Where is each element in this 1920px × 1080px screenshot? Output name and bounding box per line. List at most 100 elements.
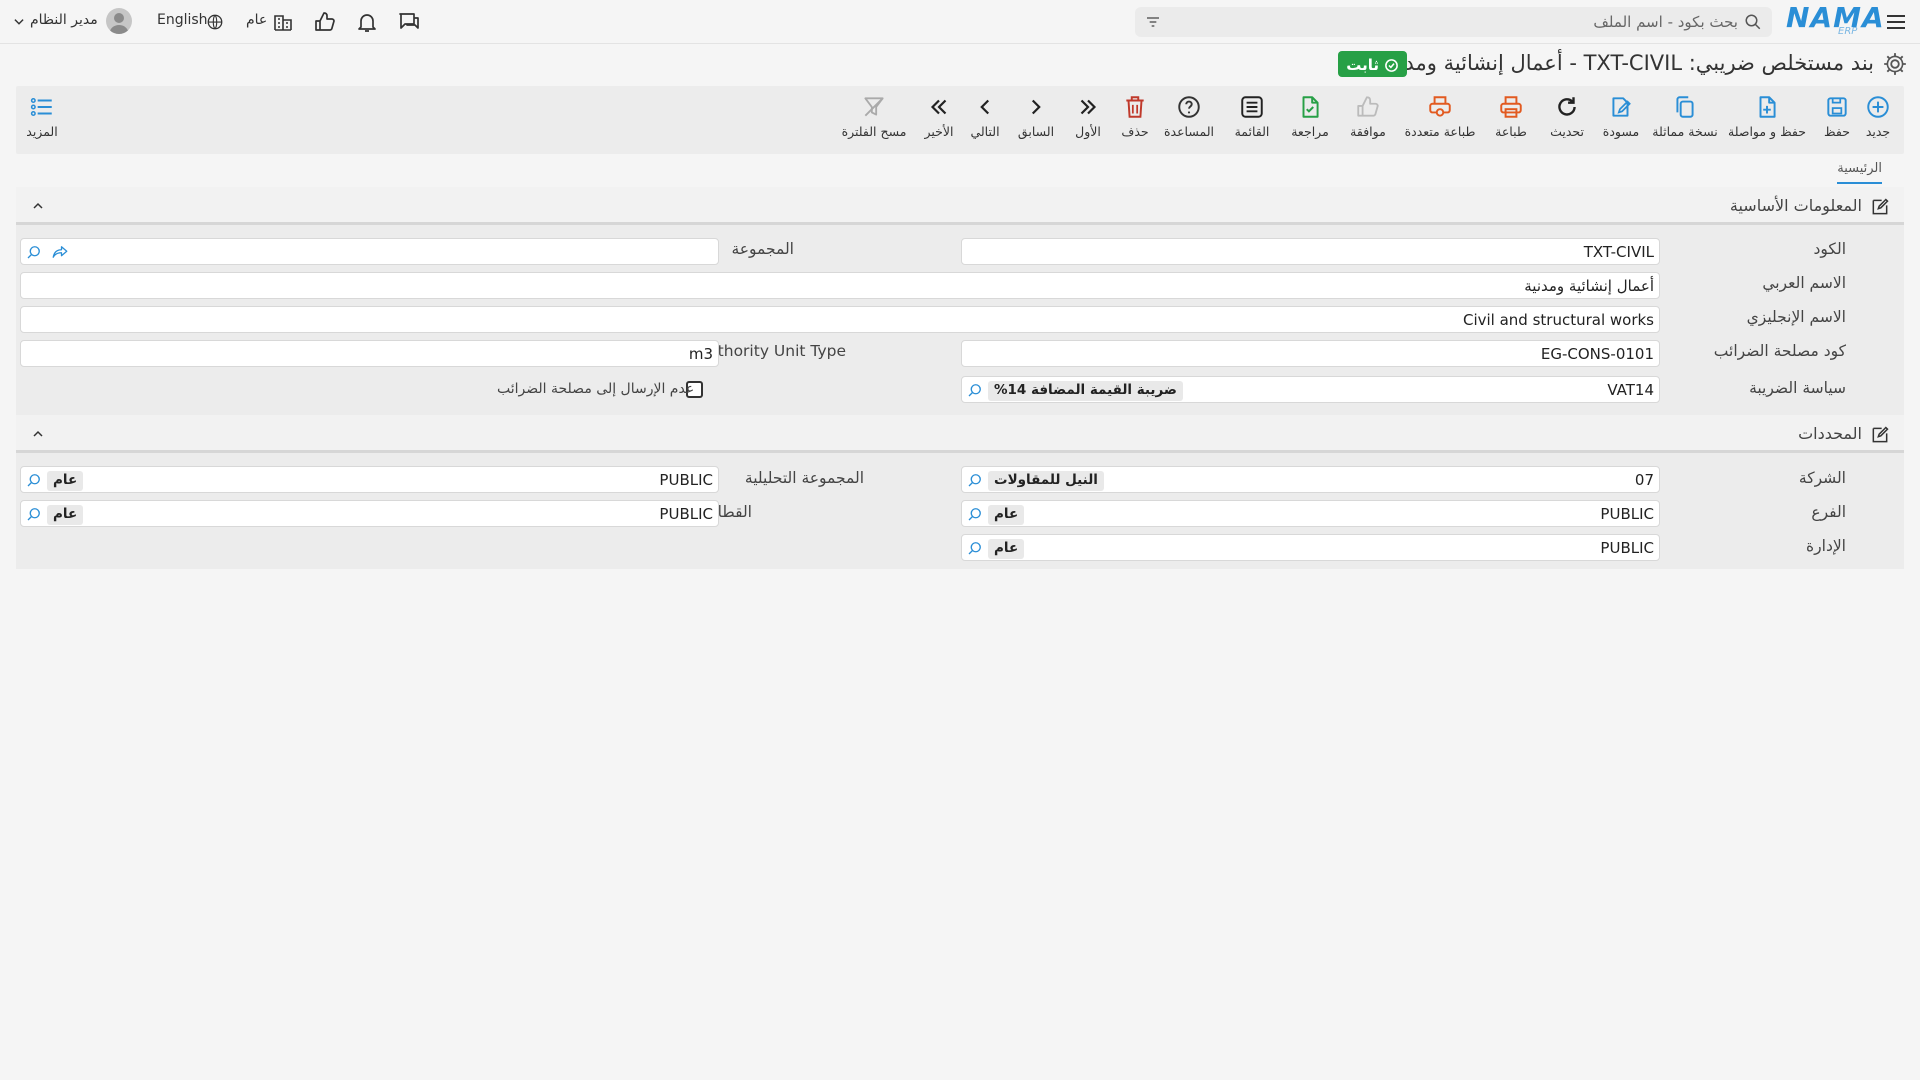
chevron-down-icon[interactable] <box>12 15 26 29</box>
arabic-name-field[interactable]: أعمال إنشائية ومدنية <box>20 272 1660 299</box>
tax-code-value: EG-CONS-0101 <box>1540 345 1654 363</box>
like-icon[interactable] <box>313 10 337 34</box>
share-icon[interactable] <box>51 243 69 261</box>
chevron-up-icon[interactable] <box>30 198 46 214</box>
previous-record-button[interactable]: السابق <box>1012 92 1060 148</box>
dim-company-value: 07 <box>1634 471 1654 489</box>
dim-department-field[interactable]: PUBLIC عام <box>961 534 1660 561</box>
refresh-button[interactable]: تحديث <box>1542 92 1592 148</box>
refresh-label: تحديث <box>1550 124 1584 139</box>
top-bar: NAMA ERP بحث بكود - اسم الملف عام Englis… <box>0 0 1920 44</box>
hamburger-menu-icon[interactable] <box>1884 10 1908 34</box>
edit-draft-icon <box>1612 97 1631 117</box>
multi-print-label: طباعة متعددة <box>1404 124 1476 139</box>
basic-info-header[interactable]: المعلومات الأساسية <box>16 187 1904 225</box>
last-record-button[interactable]: الأخير <box>918 92 960 148</box>
duplicate-label: نسخة مماثلة <box>1652 124 1718 139</box>
dim-branch-field[interactable]: PUBLIC عام <box>961 500 1660 527</box>
tax-policy-field[interactable]: VAT14 ضريبة القيمة المضافة 14% <box>961 376 1660 403</box>
dim-company-tag: النيل للمقاولات <box>988 471 1104 491</box>
basic-info-panel: المعلومات الأساسية الكود TXT-CIVIL المجم… <box>16 187 1904 415</box>
dim-analytic-group-value: PUBLIC <box>659 471 713 489</box>
more-button[interactable]: المزيد <box>22 92 62 148</box>
multi-printer-icon <box>1429 96 1451 117</box>
tab-main[interactable]: الرئيسية <box>1837 161 1882 184</box>
tax-policy-label: سياسة الضريبة <box>1749 379 1846 397</box>
next-record-button[interactable]: التالي <box>964 92 1006 148</box>
chevrons-left-icon <box>930 99 947 115</box>
dim-company-label: الشركة <box>1798 469 1846 487</box>
duplicate-button[interactable]: نسخة مماثلة <box>1648 92 1722 148</box>
company-building-icon[interactable] <box>271 10 295 34</box>
next-label: التالي <box>970 124 1000 139</box>
lookup-search-icon[interactable] <box>966 539 984 557</box>
delete-button[interactable]: حذف <box>1114 92 1156 148</box>
dim-analytic-group-tag: عام <box>47 471 84 491</box>
unit-type-value: m3 <box>688 345 713 363</box>
dimensions-header[interactable]: المحددات <box>16 415 1904 453</box>
chevron-left-icon <box>980 99 990 115</box>
arabic-name-label: الاسم العربي <box>1762 274 1846 292</box>
draft-button[interactable]: مسودة <box>1596 92 1646 148</box>
user-name[interactable]: مدير النظام <box>30 12 98 28</box>
clear-filter-button[interactable]: مسح الفلترة <box>838 92 910 148</box>
logo-text: NAMA <box>1786 1 1885 34</box>
lookup-search-icon[interactable] <box>966 505 984 523</box>
list-button[interactable]: القائمة <box>1226 92 1278 148</box>
save-continue-button[interactable]: حفظ و مواصلة <box>1726 92 1808 148</box>
print-button[interactable]: طباعة <box>1486 92 1536 148</box>
first-record-button[interactable]: الأول <box>1068 92 1108 148</box>
lookup-search-icon[interactable] <box>25 505 43 523</box>
dim-department-tag: عام <box>988 539 1025 559</box>
dim-company-field[interactable]: 07 النيل للمقاولات <box>961 466 1660 493</box>
logo-subtext: ERP <box>1838 26 1858 37</box>
lookup-search-icon[interactable] <box>25 471 43 489</box>
lookup-search-icon[interactable] <box>966 381 984 399</box>
approve-button[interactable]: موافقة <box>1342 92 1394 148</box>
tax-policy-tag: ضريبة القيمة المضافة 14% <box>988 381 1183 401</box>
messages-icon[interactable] <box>397 10 421 34</box>
english-name-field[interactable]: Civil and structural works <box>20 306 1660 333</box>
file-check-icon <box>1302 96 1319 118</box>
nama-logo[interactable]: NAMA ERP <box>1786 1 1885 38</box>
globe-icon[interactable] <box>206 13 224 31</box>
help-label: المساعدة <box>1163 124 1215 139</box>
company-selector-label[interactable]: عام <box>246 12 267 28</box>
search-input[interactable]: بحث بكود - اسم الملف <box>1135 7 1772 37</box>
gear-icon[interactable] <box>1882 51 1908 77</box>
arabic-name-value: أعمال إنشائية ومدنية <box>1524 277 1654 295</box>
save-button[interactable]: حفظ <box>1814 92 1860 148</box>
first-label: الأول <box>1075 124 1101 139</box>
multi-print-button[interactable]: طباعة متعددة <box>1398 92 1482 148</box>
more-label: المزيد <box>26 124 58 139</box>
notifications-bell-icon[interactable] <box>355 10 379 34</box>
draft-label: مسودة <box>1602 124 1640 139</box>
review-button[interactable]: مراجعة <box>1284 92 1336 148</box>
lookup-search-icon[interactable] <box>966 471 984 489</box>
code-field[interactable]: TXT-CIVIL <box>961 238 1660 265</box>
dim-analytic-group-field[interactable]: PUBLIC عام <box>20 466 719 493</box>
english-name-label: الاسم الإنجليزي <box>1746 308 1846 326</box>
unit-type-field[interactable]: m3 <box>20 340 719 367</box>
filter-icon[interactable] <box>1145 14 1161 30</box>
page-title-bar: بند مستخلص ضريبي: TXT-CIVIL - أعمال إنشا… <box>0 44 1920 84</box>
tax-code-field[interactable]: EG-CONS-0101 <box>961 340 1660 367</box>
code-value: TXT-CIVIL <box>1583 243 1654 261</box>
search-icon <box>1745 14 1761 30</box>
review-label: مراجعة <box>1291 124 1329 139</box>
dim-analytic-group-label: المجموعة التحليلية <box>744 469 864 487</box>
code-label: الكود <box>1813 240 1847 258</box>
chevron-up-icon[interactable] <box>30 426 46 442</box>
dim-sector-field[interactable]: PUBLIC عام <box>20 500 719 527</box>
group-field[interactable] <box>20 238 719 265</box>
help-button[interactable]: المساعدة <box>1158 92 1220 148</box>
filter-off-icon <box>864 97 884 117</box>
file-plus-icon <box>1759 96 1776 118</box>
dim-branch-tag: عام <box>988 505 1025 525</box>
refresh-icon <box>1558 97 1576 116</box>
language-switch[interactable]: English <box>157 12 208 28</box>
chevron-right-icon <box>1031 99 1041 115</box>
user-avatar[interactable] <box>106 8 132 34</box>
trash-icon <box>1126 96 1144 118</box>
lookup-search-icon[interactable] <box>25 243 43 261</box>
